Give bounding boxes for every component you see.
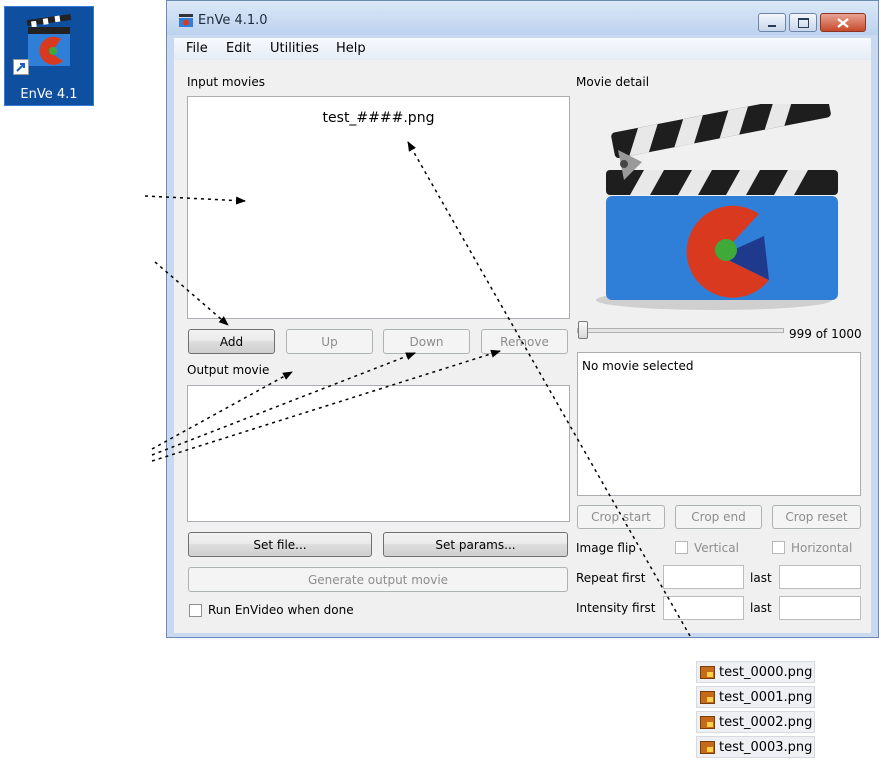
arrow-to-add-button [154, 261, 229, 326]
arrow-to-output-movie [151, 371, 293, 450]
arrow-files-to-input [407, 141, 691, 637]
annotation-arrows [144, 141, 691, 637]
arrow-to-remove-button [151, 349, 501, 462]
arrow-to-down-button [151, 352, 416, 456]
arrow-to-input-list [144, 195, 246, 205]
